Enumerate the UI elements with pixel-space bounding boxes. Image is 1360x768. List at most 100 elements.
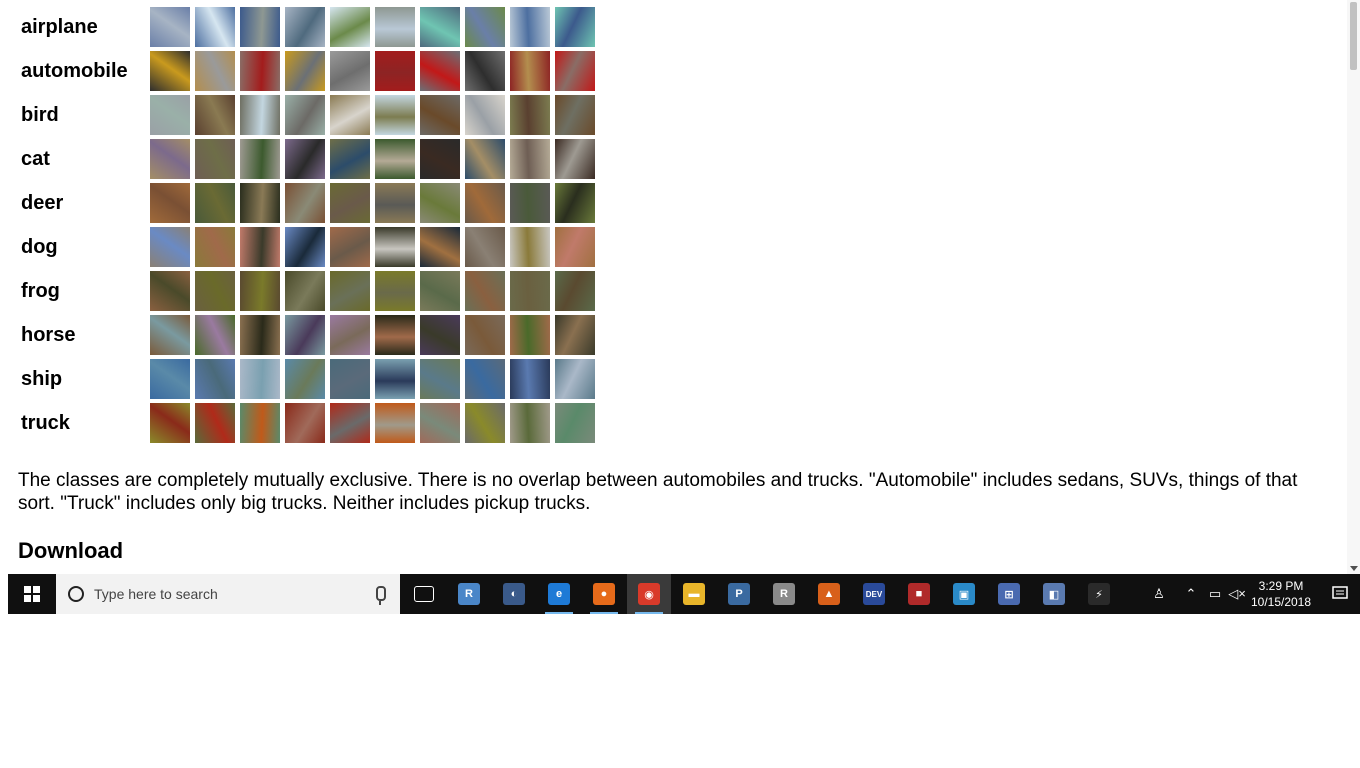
taskbar-app-firefox[interactable]: ● — [582, 574, 626, 614]
thumbnail-image — [510, 359, 550, 399]
microphone-icon[interactable] — [376, 586, 386, 605]
taskbar-app-remote-desktop[interactable]: ⊞ — [987, 574, 1031, 614]
thumbnail-image — [195, 7, 235, 47]
thumbnail-cell — [510, 181, 555, 225]
vertical-scrollbar[interactable] — [1347, 0, 1360, 574]
thumbnail-cell — [285, 313, 330, 357]
thumbnail-cell — [375, 5, 420, 49]
thumbnail-cell — [420, 93, 465, 137]
thumbnail-image — [285, 315, 325, 355]
thumbnail-image — [330, 139, 370, 179]
taskbar-app-devcpp[interactable]: DEV — [852, 574, 896, 614]
taskbar-app-edge[interactable]: e — [537, 574, 581, 614]
thumbnail-cell — [555, 401, 600, 445]
thumbnail-image — [195, 95, 235, 135]
thumbnail-image — [420, 139, 460, 179]
people-icon[interactable]: ♙ — [1148, 574, 1170, 614]
thumbnail-cell — [240, 269, 285, 313]
thumbnail-cell — [465, 269, 510, 313]
thumbnail-image — [555, 403, 595, 443]
volume-muted-icon[interactable]: ◁× — [1226, 574, 1248, 614]
taskbar-app-r[interactable]: R — [762, 574, 806, 614]
taskbar-app-photo-app[interactable]: ◐ — [492, 574, 536, 614]
thumbnail-image — [150, 227, 190, 267]
thumbnail-cell — [240, 401, 285, 445]
thumbnail-cell — [285, 137, 330, 181]
thumbnail-cell — [240, 49, 285, 93]
thumbnail-cell — [240, 5, 285, 49]
thumbnail-cell — [420, 357, 465, 401]
taskbar-app-task-view[interactable] — [402, 574, 446, 614]
thumbnail-image — [465, 315, 505, 355]
thumbnail-cell — [150, 5, 195, 49]
thumbnail-image — [150, 7, 190, 47]
thumbnail-cell — [285, 93, 330, 137]
thumbnail-cell — [555, 93, 600, 137]
taskbar-app-connection[interactable]: ◧ — [1032, 574, 1076, 614]
taskbar-app-terminal[interactable]: ⚡ — [1077, 574, 1121, 614]
thumbnail-image — [195, 183, 235, 223]
taskbar-app-python[interactable]: P — [717, 574, 761, 614]
system-clock[interactable]: 3:29 PM 10/15/2018 — [1246, 574, 1316, 614]
thumbnail-image — [465, 227, 505, 267]
thumbnail-image — [420, 315, 460, 355]
thumbnail-cell — [420, 401, 465, 445]
thumbnail-image — [555, 315, 595, 355]
battery-icon[interactable]: ▭ — [1204, 574, 1226, 614]
class-label: automobile — [21, 59, 128, 82]
thumbnail-cell — [375, 313, 420, 357]
terminal-icon: ⚡ — [1088, 583, 1110, 605]
taskbar-app-media-app[interactable]: ■ — [897, 574, 941, 614]
clock-date: 10/15/2018 — [1250, 595, 1312, 609]
thumbnail-cell — [555, 269, 600, 313]
thumbnail-image — [150, 51, 190, 91]
thumbnail-cell — [555, 137, 600, 181]
thumbnail-image — [150, 271, 190, 311]
taskbar-app-network-app[interactable]: ▣ — [942, 574, 986, 614]
thumbnail-cell — [375, 269, 420, 313]
thumbnail-image — [555, 139, 595, 179]
class-row-airplane: airplane — [8, 5, 600, 49]
thumbnail-cell — [510, 401, 555, 445]
thumbnail-image — [465, 7, 505, 47]
thumbnail-cell — [330, 93, 375, 137]
thumbnail-cell — [510, 225, 555, 269]
chevron-up-icon[interactable]: ⌃ — [1180, 574, 1202, 614]
thumbnail-image — [240, 51, 280, 91]
thumbnail-cell — [420, 313, 465, 357]
thumbnail-image — [330, 315, 370, 355]
thumbnail-cell — [330, 49, 375, 93]
thumbnail-image — [420, 95, 460, 135]
thumbnail-cell — [510, 93, 555, 137]
taskbar-app-chrome[interactable]: ◉ — [627, 574, 671, 614]
thumbnail-cell — [195, 137, 240, 181]
thumbnail-image — [375, 227, 415, 267]
cortana-icon — [68, 586, 84, 602]
thumbnail-cell — [240, 181, 285, 225]
thumbnail-cell — [510, 269, 555, 313]
class-row-truck: truck — [8, 401, 600, 445]
taskbar-app-file-explorer[interactable]: ▬ — [672, 574, 716, 614]
thumbnail-image — [465, 359, 505, 399]
taskbar-search-box[interactable]: Type here to search — [56, 574, 400, 614]
thumbnail-image — [465, 403, 505, 443]
thumbnail-cell — [330, 313, 375, 357]
thumbnail-cell — [330, 5, 375, 49]
scroll-down-arrow-icon[interactable] — [1350, 566, 1358, 571]
thumbnail-cell — [195, 5, 240, 49]
scrollbar-thumb[interactable] — [1350, 2, 1357, 70]
start-button[interactable] — [8, 574, 56, 614]
matlab-icon: ▲ — [818, 583, 840, 605]
taskbar-app-matlab[interactable]: ▲ — [807, 574, 851, 614]
thumbnail-image — [150, 315, 190, 355]
thumbnail-cell — [195, 401, 240, 445]
taskbar-app-rstudio[interactable]: R — [447, 574, 491, 614]
thumbnail-image — [420, 359, 460, 399]
thumbnail-cell — [420, 225, 465, 269]
thumbnail-image — [285, 7, 325, 47]
file-explorer-icon: ▬ — [683, 583, 705, 605]
devcpp-icon: DEV — [863, 583, 885, 605]
action-center-icon[interactable] — [1320, 574, 1360, 614]
class-label: dog — [21, 235, 58, 258]
class-label: cat — [21, 147, 50, 170]
